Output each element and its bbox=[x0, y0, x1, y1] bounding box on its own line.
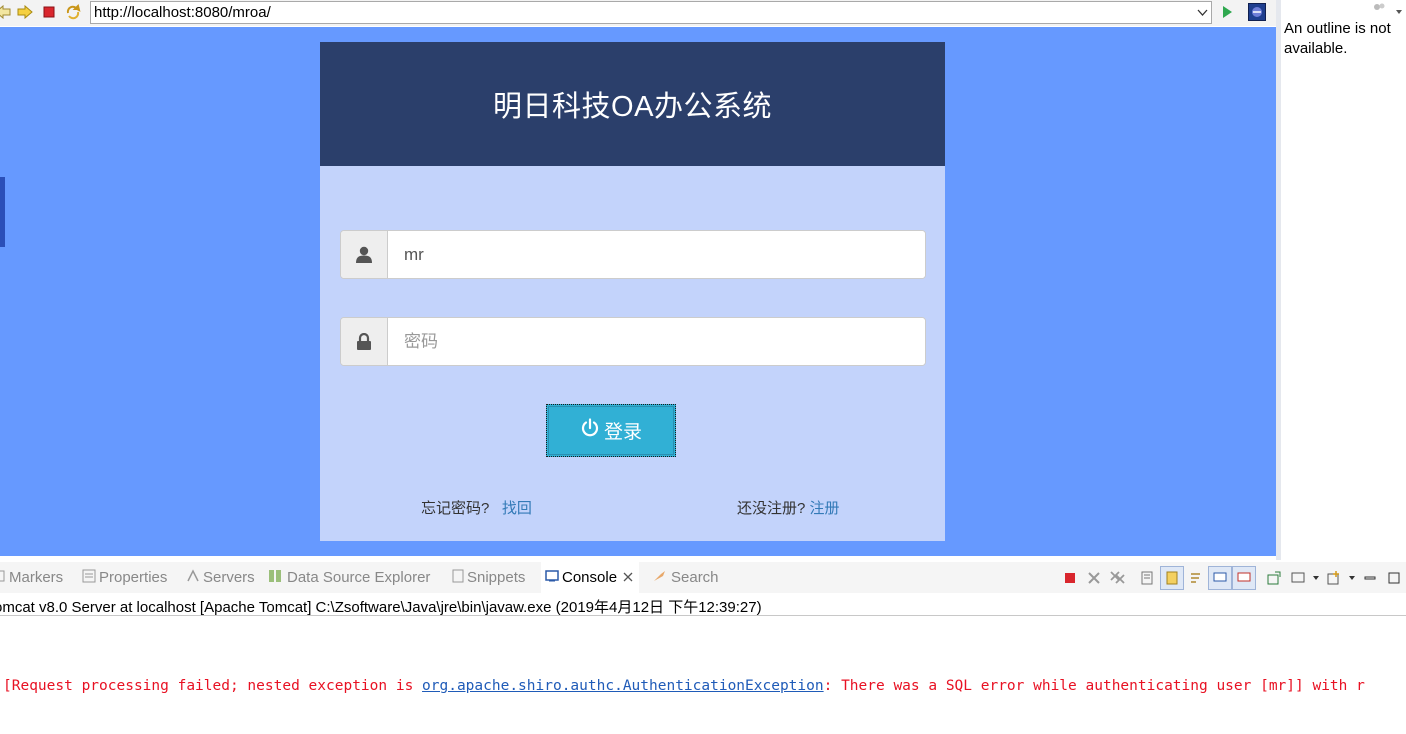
browser-toolbar: http://localhost:8080/mroa/ bbox=[0, 0, 1276, 26]
url-text: http://localhost:8080/mroa/ bbox=[94, 4, 271, 21]
console-tab-bar: Markers Properties Servers Data Source E… bbox=[0, 562, 1406, 593]
forward-arrow-icon[interactable] bbox=[16, 3, 34, 21]
word-wrap-icon[interactable] bbox=[1184, 566, 1208, 590]
markers-icon bbox=[0, 569, 6, 587]
outline-panel: An outline is not available. bbox=[1281, 0, 1406, 558]
forgot-text: 忘记密码? bbox=[421, 500, 490, 517]
password-input[interactable] bbox=[389, 318, 925, 365]
snippets-icon bbox=[452, 569, 464, 587]
tab-snippets[interactable]: Snippets bbox=[452, 562, 525, 593]
url-bar[interactable]: http://localhost:8080/mroa/ bbox=[90, 1, 1212, 24]
console-actions bbox=[1058, 562, 1406, 593]
chevron-down-icon[interactable] bbox=[1310, 566, 1322, 590]
error-suffix: : There was a SQL error while authentica… bbox=[823, 678, 1365, 694]
minimize-icon[interactable] bbox=[1358, 566, 1382, 590]
tab-servers[interactable]: Servers bbox=[186, 562, 255, 593]
chevron-down-icon[interactable] bbox=[1195, 4, 1209, 21]
page-title: 明日科技OA办公系统 bbox=[493, 91, 772, 123]
console-error-line: [Request processing failed; nested excep… bbox=[3, 678, 1365, 694]
scroll-lock-icon[interactable] bbox=[1160, 565, 1184, 590]
open-console-icon[interactable] bbox=[1322, 566, 1346, 590]
lock-icon bbox=[341, 318, 388, 365]
console-process-info: omcat v8.0 Server at localhost [Apache T… bbox=[0, 599, 762, 616]
show-on-stdout-icon[interactable] bbox=[1208, 565, 1232, 590]
login-button[interactable]: 登录 bbox=[546, 404, 676, 457]
login-header: 明日科技OA办公系统 bbox=[320, 42, 945, 166]
tab-markers[interactable]: Markers bbox=[0, 562, 63, 593]
browser-viewport: 明日科技OA办公系统 登录 忘记密码? bbox=[0, 27, 1276, 556]
console-output[interactable]: [Request processing failed; nested excep… bbox=[0, 616, 1406, 734]
password-group bbox=[340, 317, 926, 366]
register-row: 还没注册? 注册 bbox=[737, 497, 840, 518]
register-text: 还没注册? bbox=[737, 500, 806, 517]
username-group bbox=[340, 230, 926, 279]
console-info-bar: omcat v8.0 Server at localhost [Apache T… bbox=[0, 593, 1406, 616]
power-icon bbox=[580, 417, 600, 444]
display-console-icon[interactable] bbox=[1286, 566, 1310, 590]
outline-menu-icon[interactable] bbox=[1373, 0, 1387, 14]
user-icon bbox=[341, 231, 388, 278]
username-input[interactable] bbox=[389, 231, 925, 278]
close-icon[interactable] bbox=[623, 569, 633, 586]
exception-link[interactable]: org.apache.shiro.authc.AuthenticationExc… bbox=[422, 678, 824, 694]
show-on-stderr-icon[interactable] bbox=[1232, 565, 1256, 590]
maximize-icon[interactable] bbox=[1382, 566, 1406, 590]
remove-all-launches-icon[interactable] bbox=[1106, 566, 1130, 590]
chevron-down-icon[interactable] bbox=[1346, 566, 1358, 590]
tab-search[interactable]: Search bbox=[652, 562, 719, 593]
console-icon bbox=[545, 569, 559, 587]
tab-properties[interactable]: Properties bbox=[82, 562, 167, 593]
left-edge-tab bbox=[0, 177, 5, 247]
recover-link[interactable]: 找回 bbox=[502, 500, 532, 517]
chevron-down-icon[interactable] bbox=[1395, 2, 1403, 19]
back-arrow-icon[interactable] bbox=[0, 3, 12, 21]
pin-console-icon[interactable] bbox=[1262, 566, 1286, 590]
tab-console[interactable]: Console bbox=[541, 562, 640, 593]
terminate-icon[interactable] bbox=[1058, 566, 1082, 590]
servers-icon bbox=[186, 568, 200, 587]
outline-message: An outline is not available. bbox=[1284, 20, 1391, 57]
login-label: 登录 bbox=[603, 422, 642, 443]
eclipse-browser-icon[interactable] bbox=[1248, 3, 1266, 21]
forgot-password-row: 忘记密码? 找回 bbox=[421, 497, 532, 518]
properties-icon bbox=[82, 569, 96, 587]
refresh-icon[interactable] bbox=[64, 3, 82, 21]
search-icon bbox=[652, 569, 668, 587]
register-link[interactable]: 注册 bbox=[810, 500, 840, 517]
go-icon[interactable] bbox=[1218, 3, 1236, 21]
eclipse-window: http://localhost:8080/mroa/ An outline i… bbox=[0, 0, 1406, 734]
login-card: 明日科技OA办公系统 登录 忘记密码? bbox=[320, 42, 945, 541]
clear-console-icon[interactable] bbox=[1136, 566, 1160, 590]
remove-launch-icon[interactable] bbox=[1082, 566, 1106, 590]
error-prefix: [Request processing failed; nested excep… bbox=[3, 678, 423, 694]
tab-data-source-explorer[interactable]: Data Source Explorer bbox=[268, 562, 430, 593]
data-source-icon bbox=[268, 569, 284, 587]
stop-icon[interactable] bbox=[40, 3, 58, 21]
